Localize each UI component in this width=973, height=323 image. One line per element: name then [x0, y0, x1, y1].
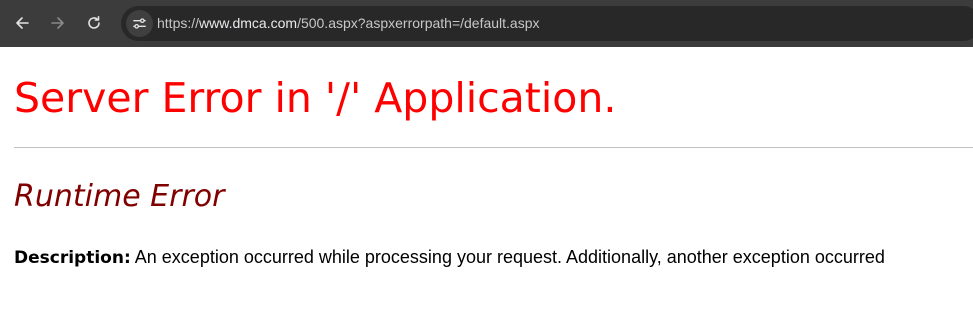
description-label: Description: [14, 248, 131, 268]
url-text[interactable]: https://www.dmca.com/500.aspx?aspxerrorp… [157, 15, 540, 31]
page-content: Server Error in '/' Application. Runtime… [0, 47, 973, 323]
tune-icon [133, 18, 146, 29]
arrow-right-icon [51, 17, 64, 29]
error-subtitle: Runtime Error [14, 179, 225, 214]
back-button[interactable] [8, 9, 36, 37]
error-description: Description: An exception occurred while… [14, 248, 885, 267]
horizontal-divider [14, 147, 973, 148]
reload-button[interactable] [80, 9, 108, 37]
forward-button[interactable] [44, 9, 72, 37]
url-prefix: https:// [157, 15, 200, 31]
url-host: www.dmca.com [199, 15, 298, 31]
browser-toolbar: https://www.dmca.com/500.aspx?aspxerrorp… [0, 0, 973, 47]
site-info-button[interactable] [126, 10, 153, 37]
reload-icon [88, 16, 100, 29]
address-bar[interactable]: https://www.dmca.com/500.aspx?aspxerrorp… [121, 6, 973, 41]
page-title: Server Error in '/' Application. [14, 74, 617, 122]
description-text: An exception occurred while processing y… [134, 247, 885, 267]
arrow-left-icon [16, 17, 29, 29]
url-path: /500.aspx?aspxerrorpath=/default.aspx [297, 15, 540, 31]
